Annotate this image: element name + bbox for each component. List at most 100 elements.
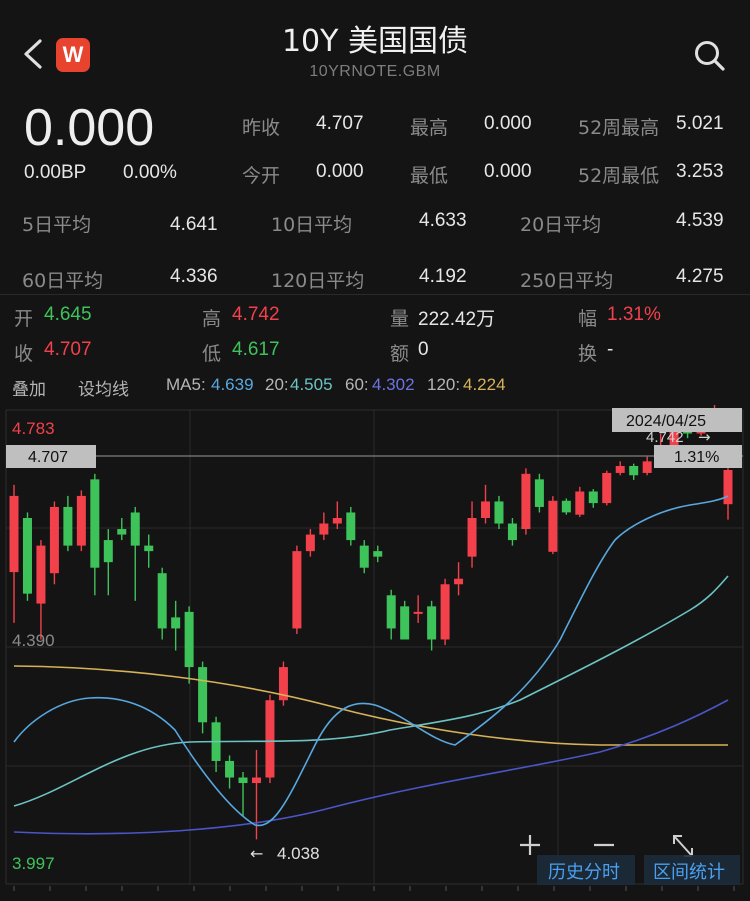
set-ma-button[interactable]: 设均线 bbox=[78, 375, 129, 400]
avg-value: 4.192 bbox=[419, 266, 467, 287]
ma20-line bbox=[13, 575, 729, 807]
candle-body bbox=[359, 545, 369, 568]
avg-label: 250日平均 bbox=[520, 270, 614, 292]
candle-body bbox=[521, 473, 531, 530]
candle-body bbox=[588, 491, 598, 504]
ma120-label: 120: bbox=[427, 375, 461, 394]
avg-label: 60日平均 bbox=[22, 270, 104, 292]
candle-body bbox=[76, 495, 86, 546]
ma5-value: 4.639 bbox=[211, 375, 254, 394]
volume-value: 222.42万 bbox=[418, 309, 496, 330]
candle-body bbox=[265, 700, 275, 778]
pct-tag-text: 1.31% bbox=[674, 449, 719, 466]
high-label: 最高 bbox=[410, 117, 449, 139]
y-axis-min-label: 3.997 bbox=[12, 854, 55, 873]
overlay-button[interactable]: 叠加 bbox=[12, 375, 46, 400]
candle-body bbox=[90, 479, 100, 568]
candle-body bbox=[454, 578, 464, 585]
candle-body bbox=[49, 506, 59, 574]
avg-label: 20日平均 bbox=[520, 214, 602, 236]
candle-body bbox=[575, 491, 585, 515]
w52-low-value: 3.253 bbox=[676, 161, 724, 182]
search-icon[interactable] bbox=[692, 38, 726, 72]
last-price: 0.000 bbox=[24, 99, 155, 157]
avg-value: 4.336 bbox=[170, 266, 218, 287]
ma60-label: 60: bbox=[345, 375, 369, 394]
date-tag-text: 2024/04/25 bbox=[626, 413, 706, 430]
candle-body bbox=[144, 545, 154, 552]
amplitude-label: 幅 bbox=[578, 308, 598, 330]
candle-body bbox=[22, 518, 32, 594]
candle-body bbox=[198, 667, 208, 723]
fullscreen-icon[interactable] bbox=[673, 835, 693, 857]
candle-body bbox=[305, 534, 315, 552]
history-timeshare-button[interactable]: 历史分时 bbox=[548, 862, 620, 883]
candle-body bbox=[225, 760, 235, 778]
amount-value: 0 bbox=[418, 339, 429, 360]
change-bp: 0.00BP bbox=[24, 162, 87, 183]
low-marker-arrow: ← bbox=[250, 844, 263, 863]
w52-high-label: 52周最高 bbox=[578, 117, 660, 139]
high-value: 0.000 bbox=[484, 113, 532, 134]
candle-body bbox=[63, 506, 73, 546]
low-value: 0.000 bbox=[484, 161, 532, 182]
candle-body bbox=[427, 606, 437, 640]
candle-body bbox=[386, 595, 396, 629]
candle-body bbox=[346, 512, 356, 541]
turnover-label: 换 bbox=[578, 343, 598, 365]
ma60-value: 4.302 bbox=[372, 375, 415, 394]
candle-body bbox=[373, 551, 383, 557]
candlestick-chart[interactable]: 4.783 4.390 3.997 4.707 4.742 → 2024/04/… bbox=[0, 405, 750, 901]
candle-body bbox=[642, 461, 652, 473]
candle-body bbox=[238, 777, 248, 784]
low-marker: 4.038 bbox=[277, 844, 320, 863]
candle-body bbox=[494, 501, 504, 524]
candle-body bbox=[602, 472, 612, 504]
ma120-line bbox=[13, 665, 728, 746]
candle-body bbox=[36, 545, 46, 604]
avg-label: 5日平均 bbox=[22, 214, 92, 236]
y-axis-mid-label: 4.390 bbox=[12, 631, 55, 650]
candle-body bbox=[171, 617, 181, 629]
day-low-label: 低 bbox=[202, 343, 222, 365]
ma20-label: 20: bbox=[265, 375, 289, 394]
candle-body bbox=[507, 523, 517, 541]
interval-stats-button[interactable]: 区间统计 bbox=[653, 862, 725, 883]
day-close-label: 收 bbox=[14, 343, 34, 365]
candle-body bbox=[467, 518, 477, 557]
candle-body bbox=[561, 500, 571, 513]
candle-body bbox=[548, 500, 558, 552]
zoom-in-button[interactable] bbox=[520, 835, 540, 855]
ma5-label: MA5: bbox=[166, 375, 206, 394]
avg-label: 10日平均 bbox=[271, 214, 353, 236]
open-label: 今开 bbox=[242, 165, 281, 187]
candle-body bbox=[413, 611, 423, 614]
day-open-label: 开 bbox=[14, 308, 34, 330]
w52-high-value: 5.021 bbox=[676, 113, 724, 134]
candle-body bbox=[9, 495, 19, 573]
candle-body bbox=[534, 479, 544, 507]
w52-low-label: 52周最低 bbox=[578, 165, 660, 187]
day-low-value: 4.617 bbox=[232, 339, 280, 360]
low-label: 最低 bbox=[410, 165, 449, 187]
prev-close-label: 昨收 bbox=[242, 117, 281, 139]
open-value: 0.000 bbox=[316, 161, 364, 182]
candle-body bbox=[319, 523, 329, 535]
page-title: 10Y 美国国债 bbox=[281, 24, 469, 59]
avg-value: 4.539 bbox=[676, 210, 724, 231]
divider bbox=[0, 294, 750, 295]
turnover-value: - bbox=[607, 339, 614, 360]
last-price-tag-text: 4.707 bbox=[28, 449, 68, 466]
candle-body bbox=[251, 777, 261, 784]
candle-body bbox=[117, 529, 127, 535]
amplitude-value: 1.31% bbox=[607, 304, 661, 325]
day-open-value: 4.645 bbox=[44, 304, 92, 325]
candle-body bbox=[440, 584, 450, 640]
ma20-value: 4.505 bbox=[290, 375, 333, 394]
candle-body bbox=[130, 512, 140, 546]
avg-label: 120日平均 bbox=[271, 270, 365, 292]
ma60-line bbox=[13, 699, 729, 835]
day-close-value: 4.707 bbox=[44, 339, 92, 360]
y-axis-max-label: 4.783 bbox=[12, 419, 55, 438]
candle-body bbox=[184, 611, 194, 668]
